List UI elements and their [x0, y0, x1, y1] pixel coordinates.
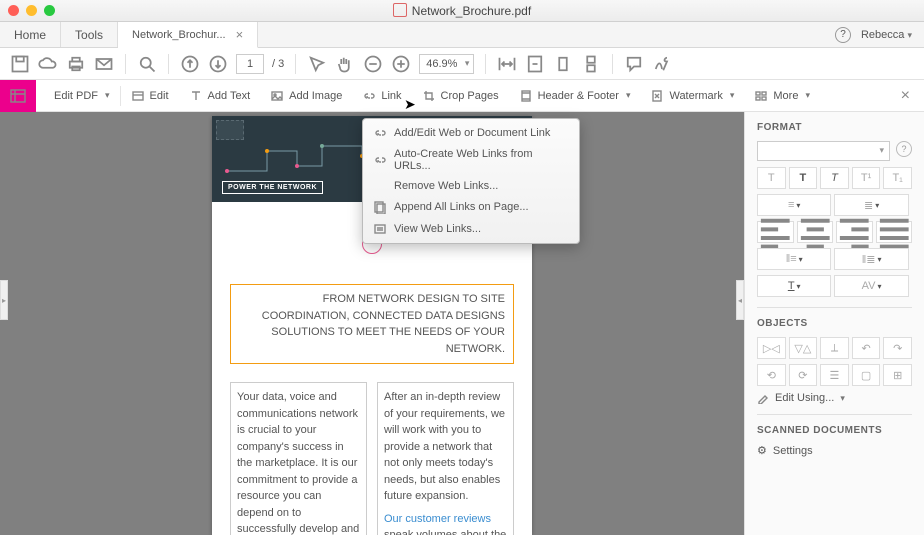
replace-image-button[interactable]: ▢	[852, 364, 881, 386]
menu-add-edit-link[interactable]: Add/Edit Web or Document Link	[363, 122, 579, 144]
edit-mode-indicator[interactable]	[0, 80, 36, 112]
link-dropdown[interactable]: Link	[352, 80, 411, 111]
flip-horizontal-button[interactable]: ▷◁	[757, 337, 786, 359]
zoom-in-icon[interactable]	[391, 54, 411, 74]
window-titlebar: Network_Brochure.pdf	[0, 0, 924, 22]
rotate-left-button[interactable]: ↶	[852, 337, 881, 359]
edit-using-button[interactable]: Edit Using...▾	[757, 392, 912, 404]
flip-vertical-button[interactable]: ▽△	[789, 337, 818, 359]
sign-icon[interactable]	[652, 54, 672, 74]
close-editbar-button[interactable]: ×	[887, 87, 924, 105]
edit-pdf-dropdown[interactable]: Edit PDF▾	[44, 80, 120, 111]
font-italic-button[interactable]: T	[820, 167, 849, 189]
align-left-button[interactable]	[757, 221, 794, 243]
print-icon[interactable]	[66, 54, 86, 74]
close-tab-icon[interactable]: ×	[236, 27, 244, 42]
line-spacing-select[interactable]: ‖≡ ▾	[757, 248, 831, 270]
rotate-right-button[interactable]: ↷	[883, 337, 912, 359]
scanned-header: SCANNED DOCUMENTS	[757, 425, 912, 436]
link-customer-reviews[interactable]: Our customer reviews	[384, 513, 491, 525]
zoom-select[interactable]: 46.9%	[419, 54, 474, 74]
watermark-dropdown[interactable]: Watermark▾	[640, 80, 744, 111]
app-tabs: Home Tools Network_Brochur... × ? Rebecc…	[0, 22, 924, 48]
align-objects-button[interactable]: ⊞	[883, 364, 912, 386]
view-single-icon[interactable]	[553, 54, 573, 74]
header-footer-dropdown[interactable]: Header & Footer▾	[509, 80, 641, 111]
superscript-button[interactable]: T¹	[852, 167, 881, 189]
mouse-cursor: ➤	[404, 96, 416, 113]
more-dropdown[interactable]: More▾	[744, 80, 820, 111]
search-icon[interactable]	[137, 54, 157, 74]
edit-toolbar: Edit PDF▾ Edit Add Text Add Image Link C…	[0, 80, 924, 112]
column-right: After an in-depth review of your require…	[377, 382, 514, 535]
main-toolbar: 1 / 3 46.9%	[0, 48, 924, 80]
menu-append-links[interactable]: Append All Links on Page...	[363, 196, 579, 218]
numbered-list-button[interactable]: ≣ ▾	[834, 194, 908, 216]
format-help-icon[interactable]: ?	[896, 141, 912, 157]
page-up-icon[interactable]	[180, 54, 200, 74]
fit-width-icon[interactable]	[497, 54, 517, 74]
edit-button[interactable]: Edit	[121, 80, 179, 111]
align-justify-button[interactable]	[876, 221, 913, 243]
subscript-button[interactable]: T₁	[883, 167, 912, 189]
crop-button[interactable]: ⟂	[820, 337, 849, 359]
format-header: FORMAT	[757, 122, 912, 133]
paragraph-spacing-select[interactable]: ‖≣ ▾	[834, 248, 908, 270]
page-number-input[interactable]: 1	[236, 54, 264, 74]
fit-page-icon[interactable]	[525, 54, 545, 74]
font-family-select[interactable]	[757, 141, 890, 161]
mail-icon[interactable]	[94, 54, 114, 74]
comment-icon[interactable]	[624, 54, 644, 74]
text-color-select[interactable]: T ▾	[757, 275, 831, 297]
font-bold-button[interactable]: T	[789, 167, 818, 189]
menu-auto-create-links[interactable]: Auto-Create Web Links from URLs...	[363, 144, 579, 176]
tab-tools[interactable]: Tools	[61, 22, 118, 47]
view-scroll-icon[interactable]	[581, 54, 601, 74]
left-panel-toggle[interactable]: ▸	[0, 280, 8, 320]
align-center-button[interactable]	[797, 221, 834, 243]
align-right-button[interactable]	[836, 221, 873, 243]
page-down-icon[interactable]	[208, 54, 228, 74]
char-spacing-select[interactable]: AV ▾	[834, 275, 908, 297]
tab-document[interactable]: Network_Brochur... ×	[118, 22, 258, 48]
scanned-settings-button[interactable]: ⚙ Settings	[757, 444, 912, 457]
hand-tool-icon[interactable]	[335, 54, 355, 74]
headline-box: FROM NETWORK DESIGN TO SITE COORDINATION…	[230, 284, 514, 364]
page-total-label: / 3	[272, 58, 284, 70]
link-dropdown-menu: Add/Edit Web or Document Link Auto-Creat…	[362, 118, 580, 244]
add-image-button[interactable]: Add Image	[260, 80, 352, 111]
user-menu[interactable]: Rebecca ▾	[861, 29, 912, 41]
cloud-icon[interactable]	[38, 54, 58, 74]
bullet-list-button[interactable]: ≡ ▾	[757, 194, 831, 216]
rotate-cw-button[interactable]: ⟳	[789, 364, 818, 386]
hero-label: POWER THE NETWORK	[222, 181, 323, 194]
arrange-button[interactable]: ☰	[820, 364, 849, 386]
add-text-button[interactable]: Add Text	[179, 80, 261, 111]
rotate-ccw-button[interactable]: ⟲	[757, 364, 786, 386]
gear-icon: ⚙	[757, 444, 767, 457]
font-regular-button[interactable]: T	[757, 167, 786, 189]
objects-header: OBJECTS	[757, 318, 912, 329]
column-left: Your data, voice and communications netw…	[230, 382, 367, 535]
tab-document-label: Network_Brochur...	[132, 29, 226, 41]
format-panel: FORMAT ? T T T T¹ T₁ ≡ ▾ ≣ ▾ ‖≡ ▾ ‖≣ ▾ T…	[744, 112, 924, 535]
menu-remove-links[interactable]: Remove Web Links...	[363, 176, 579, 196]
select-tool-icon[interactable]	[307, 54, 327, 74]
tab-home[interactable]: Home	[0, 22, 61, 47]
window-title: Network_Brochure.pdf	[0, 3, 924, 18]
save-icon[interactable]	[10, 54, 30, 74]
zoom-out-icon[interactable]	[363, 54, 383, 74]
help-button[interactable]: ?	[835, 27, 851, 43]
crop-pages-button[interactable]: Crop Pages	[412, 80, 509, 111]
right-panel-toggle[interactable]: ◂	[736, 280, 744, 320]
menu-view-links[interactable]: View Web Links...	[363, 218, 579, 240]
